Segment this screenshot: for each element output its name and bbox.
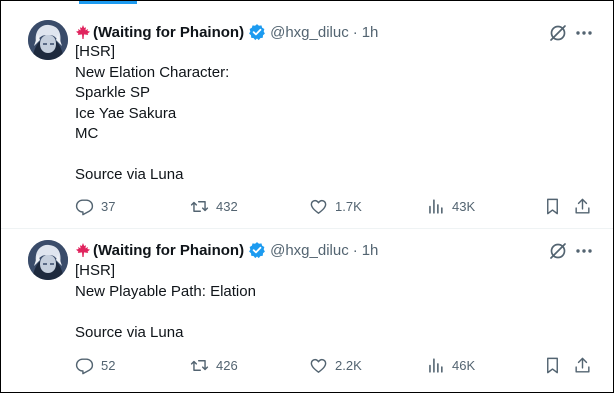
tweet-header: (Waiting for Phainon) @hxg_diluc · 1h: [75, 240, 378, 260]
verified-badge-icon: [248, 241, 266, 259]
tweet-text-line: MC: [75, 125, 99, 142]
maple-leaf-icon: [75, 24, 91, 40]
grok-icon[interactable]: [547, 22, 569, 44]
view-count: 43K: [452, 198, 476, 214]
tweet-text-line: Sparkle SP: [75, 84, 151, 101]
tweet-text-line: Source via Luna: [75, 166, 184, 183]
reply-icon: [75, 198, 94, 215]
timeline: (Waiting for Phainon) @hxg_diluc · 1h [H…: [0, 0, 614, 393]
tweet[interactable]: (Waiting for Phainon) @hxg_diluc · 1h [H…: [1, 229, 613, 392]
tweet-header: (Waiting for Phainon) @hxg_diluc · 1h: [75, 22, 378, 42]
verified-badge-icon: [248, 23, 266, 41]
like-icon: [310, 199, 327, 214]
share-icon: [575, 198, 590, 214]
repost-count: 432: [216, 198, 238, 214]
like-count: 2.2K: [335, 357, 362, 373]
author-display-name[interactable]: (Waiting for Phainon): [93, 242, 244, 259]
tweet-text-line: Source via Luna: [75, 323, 184, 341]
avatar[interactable]: [28, 20, 68, 60]
repost-button[interactable]: 432: [190, 195, 238, 217]
reply-count: 52: [101, 357, 116, 373]
repost-count: 426: [216, 357, 238, 373]
views-button[interactable]: 46K: [426, 354, 475, 376]
views-icon: [429, 357, 443, 373]
more-icon[interactable]: [573, 22, 595, 44]
like-button[interactable]: 2.2K: [309, 354, 362, 376]
more-icon[interactable]: [573, 240, 595, 262]
author-display-name[interactable]: (Waiting for Phainon): [93, 24, 244, 41]
timestamp[interactable]: 1h: [362, 242, 379, 259]
tweet[interactable]: (Waiting for Phainon) @hxg_diluc · 1h [H…: [1, 1, 613, 229]
repost-icon: [190, 200, 209, 212]
timestamp[interactable]: 1h: [362, 24, 379, 41]
tweet-text-line: [75, 302, 256, 323]
repost-button[interactable]: 426: [190, 354, 238, 376]
bookmark-icon: [547, 198, 558, 214]
bookmark-button[interactable]: [543, 195, 562, 217]
views-icon: [429, 198, 443, 214]
author-handle[interactable]: @hxg_diluc: [270, 242, 349, 259]
tweet-text: [HSR] New Playable Path: Elation Source …: [75, 261, 256, 343]
views-button[interactable]: 43K: [426, 195, 475, 217]
repost-icon: [190, 359, 209, 371]
like-button[interactable]: 1.7K: [309, 195, 362, 217]
tweet-text-line: [75, 145, 229, 166]
meta-separator: ·: [352, 241, 358, 259]
like-icon: [310, 358, 327, 373]
grok-icon[interactable]: [547, 240, 569, 262]
tweet-text-line: [HSR]: [75, 43, 116, 60]
action-bar: 52 426 2.2K 46K: [75, 354, 595, 376]
maple-leaf-icon: [75, 242, 91, 258]
tweet-text-line: New Playable Path: Elation: [75, 282, 256, 300]
tweet-text: [HSR] New Elation Character: Sparkle SP …: [75, 42, 229, 186]
reply-button[interactable]: 52: [75, 354, 115, 376]
view-count: 46K: [452, 357, 476, 373]
tweet-text-line: Ice Yae Sakura: [75, 104, 177, 122]
like-count: 1.7K: [335, 198, 362, 214]
avatar[interactable]: [28, 240, 68, 280]
tweet-text-line: New Elation Character:: [75, 63, 230, 81]
author-handle[interactable]: @hxg_diluc: [270, 24, 349, 41]
bookmark-icon: [547, 357, 558, 373]
tweet-text-line: [HSR]: [75, 262, 116, 279]
bookmark-button[interactable]: [543, 354, 562, 376]
reply-count: 37: [101, 198, 116, 214]
share-icon: [575, 357, 590, 373]
reply-button[interactable]: 37: [75, 195, 115, 217]
reply-icon: [75, 357, 94, 374]
share-button[interactable]: [573, 195, 592, 217]
meta-separator: ·: [352, 23, 358, 41]
share-button[interactable]: [573, 354, 592, 376]
action-bar: 37 432 1.7K 43K: [75, 195, 595, 217]
